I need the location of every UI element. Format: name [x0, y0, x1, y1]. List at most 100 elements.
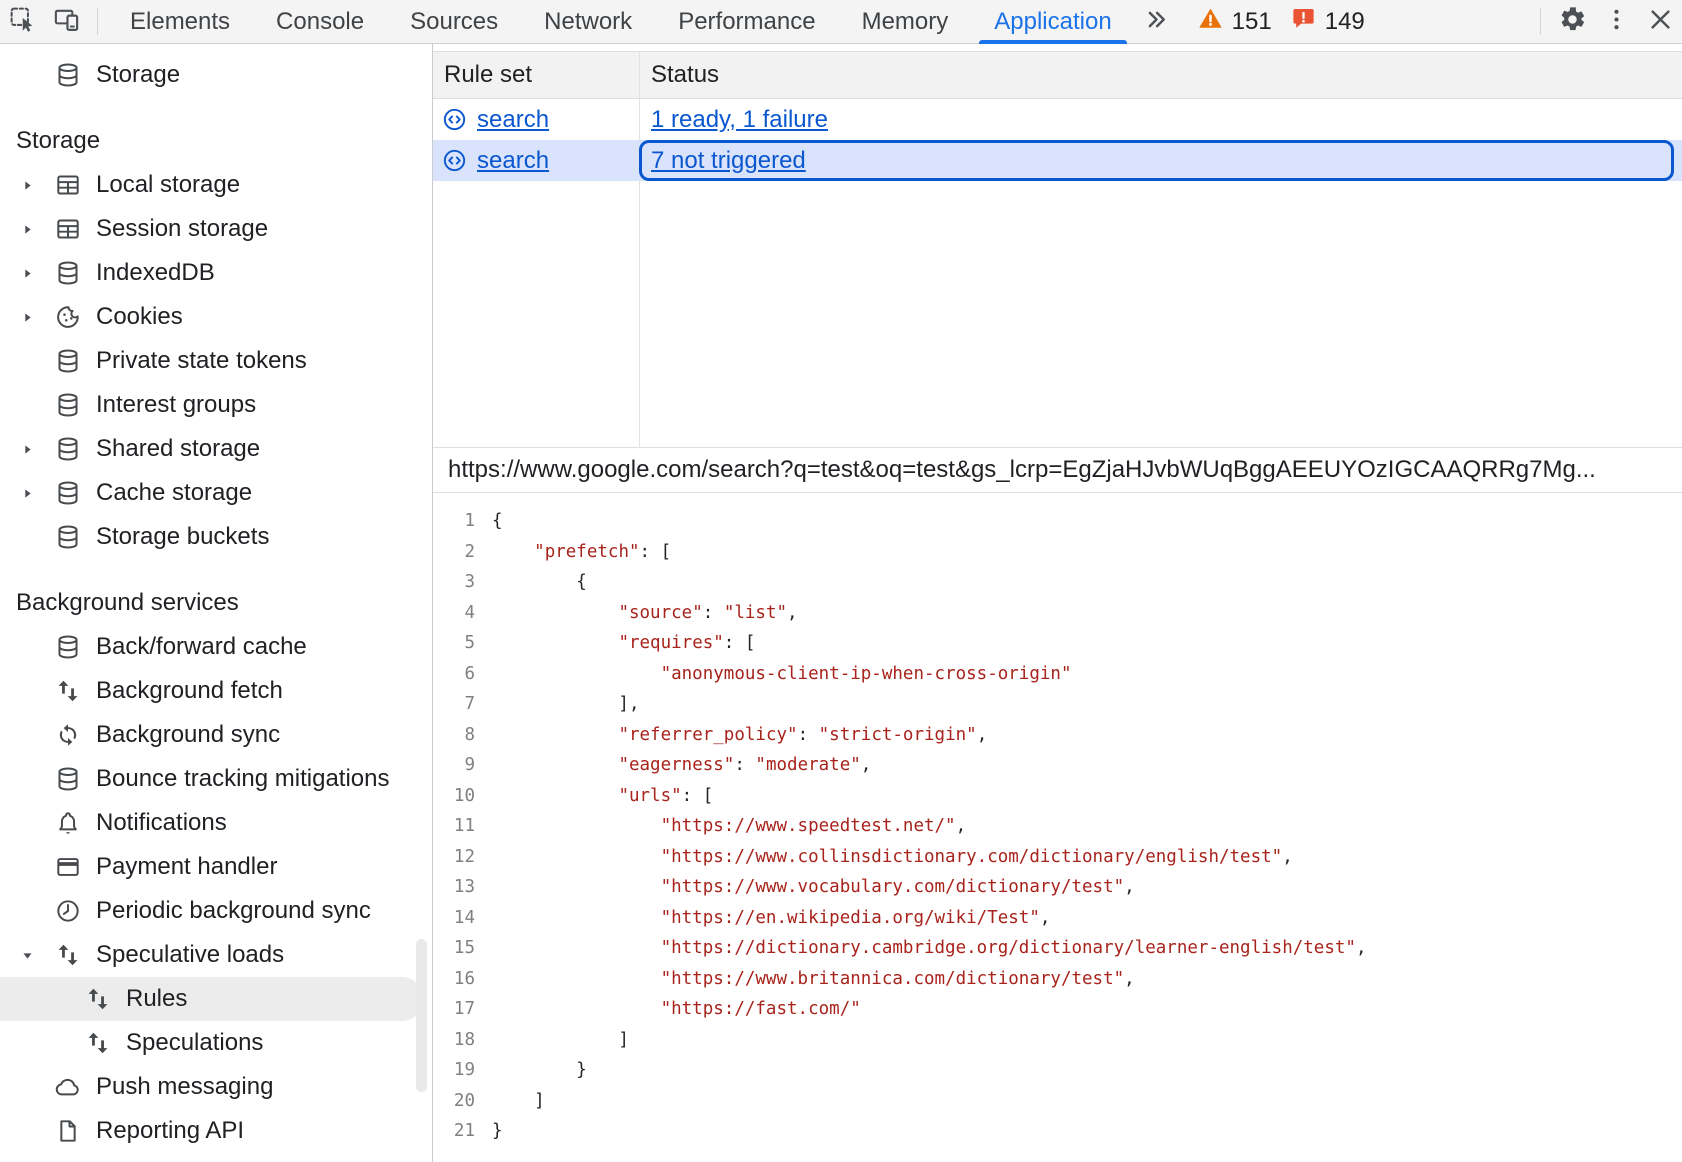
- sync-icon: [54, 721, 82, 749]
- sidebar-item-background-fetch[interactable]: Background fetch: [0, 669, 432, 713]
- sidebar-item-periodic-background-sync[interactable]: Periodic background sync: [0, 889, 432, 933]
- sidebar-item-indexeddb[interactable]: IndexedDB: [0, 251, 432, 295]
- sidebar-item-notifications[interactable]: Notifications: [0, 801, 432, 845]
- line-number[interactable]: 4: [433, 598, 475, 629]
- line-content: "https://www.vocabulary.com/dictionary/t…: [475, 872, 1135, 903]
- arrow-slot-empty: [20, 1109, 54, 1153]
- triangle-right-icon[interactable]: [20, 251, 54, 295]
- sidebar-item-storage-buckets[interactable]: Storage buckets: [0, 515, 432, 559]
- main-panel: Rule setStatussearch1 ready, 1 failurese…: [433, 44, 1682, 1162]
- line-number[interactable]: 1: [433, 506, 475, 537]
- line-number[interactable]: 3: [433, 567, 475, 598]
- sidebar-item-back-forward-cache[interactable]: Back/forward cache: [0, 625, 432, 669]
- sidebar-item-reporting-api[interactable]: Reporting API: [0, 1109, 432, 1153]
- sidebar-item-private-state-tokens[interactable]: Private state tokens: [0, 339, 432, 383]
- line-number[interactable]: 11: [433, 811, 475, 842]
- line-number[interactable]: 6: [433, 659, 475, 690]
- tab-memory[interactable]: Memory: [839, 0, 972, 44]
- rule-set-row[interactable]: search 7 not triggered: [433, 140, 1682, 181]
- punctuation-token: [492, 938, 661, 958]
- sidebar-scrollbar-thumb[interactable]: [416, 939, 427, 1092]
- sidebar-item-speculative-loads[interactable]: Speculative loads: [0, 933, 432, 977]
- tab-performance[interactable]: Performance: [655, 0, 838, 44]
- issues-counter[interactable]: 149: [1290, 5, 1365, 39]
- line-content: "https://www.britannica.com/dictionary/t…: [475, 964, 1135, 995]
- line-number[interactable]: 16: [433, 964, 475, 995]
- sidebar-item-cache-storage[interactable]: Cache storage: [0, 471, 432, 515]
- line-number[interactable]: 21: [433, 1116, 475, 1147]
- punctuation-token: }: [492, 1060, 587, 1080]
- column-header-rule-set[interactable]: Rule set: [433, 61, 639, 89]
- sidebar-item-local-storage[interactable]: Local storage: [0, 163, 432, 207]
- rule-set-link[interactable]: search: [477, 106, 549, 134]
- sidebar-item-speculations[interactable]: Speculations: [0, 1021, 432, 1065]
- close-devtools-button[interactable]: [1638, 0, 1682, 44]
- warnings-counter[interactable]: 151: [1197, 5, 1272, 39]
- line-number[interactable]: 19: [433, 1055, 475, 1086]
- arrow-slot-empty: [20, 515, 54, 559]
- punctuation-token: [492, 786, 618, 806]
- punctuation-token: :: [734, 755, 755, 775]
- menu-button[interactable]: [1594, 0, 1638, 44]
- tab-application[interactable]: Application: [971, 0, 1134, 44]
- more-tabs-button[interactable]: [1135, 0, 1179, 44]
- string-token: "referrer_policy": [618, 725, 797, 745]
- settings-button[interactable]: [1550, 0, 1594, 44]
- triangle-right-icon[interactable]: [20, 207, 54, 251]
- line-number[interactable]: 15: [433, 933, 475, 964]
- column-header-status[interactable]: Status: [639, 61, 719, 89]
- rule-set-link[interactable]: search: [477, 147, 549, 175]
- tab-network[interactable]: Network: [521, 0, 655, 44]
- line-number[interactable]: 18: [433, 1025, 475, 1056]
- line-number[interactable]: 12: [433, 842, 475, 873]
- sidebar-item-cookies[interactable]: Cookies: [0, 295, 432, 339]
- rule-set-json-viewer[interactable]: 1{2 "prefetch": [3 {4 "source": "list",5…: [433, 493, 1682, 1162]
- line-number[interactable]: 7: [433, 689, 475, 720]
- punctuation-token: [492, 877, 661, 897]
- punctuation-token: ,: [956, 816, 967, 836]
- sidebar-item-label: Cache storage: [96, 479, 252, 507]
- rule-set-cell[interactable]: search: [433, 147, 639, 175]
- sidebar-item-payment-handler[interactable]: Payment handler: [0, 845, 432, 889]
- code-line: 11 "https://www.speedtest.net/",: [433, 811, 1682, 842]
- tab-console[interactable]: Console: [253, 0, 387, 44]
- sidebar-item-bounce-tracking-mitigations[interactable]: Bounce tracking mitigations: [0, 757, 432, 801]
- sidebar-item-push-messaging[interactable]: Push messaging: [0, 1065, 432, 1109]
- status-link[interactable]: 1 ready, 1 failure: [651, 106, 828, 134]
- line-number[interactable]: 2: [433, 537, 475, 568]
- toolbar-divider: [1540, 8, 1541, 35]
- triangle-right-icon[interactable]: [20, 295, 54, 339]
- line-number[interactable]: 13: [433, 872, 475, 903]
- line-number[interactable]: 10: [433, 781, 475, 812]
- triangle-down-icon[interactable]: [20, 933, 54, 977]
- sidebar-item-interest-groups[interactable]: Interest groups: [0, 383, 432, 427]
- line-number[interactable]: 9: [433, 750, 475, 781]
- string-token: "source": [618, 603, 702, 623]
- triangle-right-icon[interactable]: [20, 427, 54, 471]
- inspect-button[interactable]: [0, 0, 44, 44]
- device-toolbar-button[interactable]: [44, 0, 88, 44]
- triangle-right-icon[interactable]: [20, 163, 54, 207]
- sidebar-item-storage[interactable]: Storage: [0, 53, 432, 97]
- sidebar-item-rules[interactable]: Rules: [0, 977, 424, 1021]
- code-line: 9 "eagerness": "moderate",: [433, 750, 1682, 781]
- line-number[interactable]: 8: [433, 720, 475, 751]
- status-cell-focused[interactable]: 7 not triggered: [639, 140, 1674, 181]
- rule-set-cell[interactable]: search: [433, 106, 639, 134]
- rule-set-source-url: https://www.google.com/search?q=test&oq=…: [448, 456, 1596, 484]
- sidebar-item-background-sync[interactable]: Background sync: [0, 713, 432, 757]
- line-number[interactable]: 5: [433, 628, 475, 659]
- punctuation-token: ,: [861, 755, 872, 775]
- sidebar-item-shared-storage[interactable]: Shared storage: [0, 427, 432, 471]
- triangle-right-icon[interactable]: [20, 471, 54, 515]
- status-link[interactable]: 7 not triggered: [651, 147, 806, 175]
- rule-set-row[interactable]: search 1 ready, 1 failure: [433, 99, 1682, 140]
- tab-sources[interactable]: Sources: [387, 0, 521, 44]
- line-number[interactable]: 14: [433, 903, 475, 934]
- tab-elements[interactable]: Elements: [107, 0, 253, 44]
- line-number[interactable]: 17: [433, 994, 475, 1025]
- line-number[interactable]: 20: [433, 1086, 475, 1117]
- arrow-slot-empty: [20, 889, 54, 933]
- sidebar-item-session-storage[interactable]: Session storage: [0, 207, 432, 251]
- status-cell[interactable]: 1 ready, 1 failure: [639, 106, 1682, 134]
